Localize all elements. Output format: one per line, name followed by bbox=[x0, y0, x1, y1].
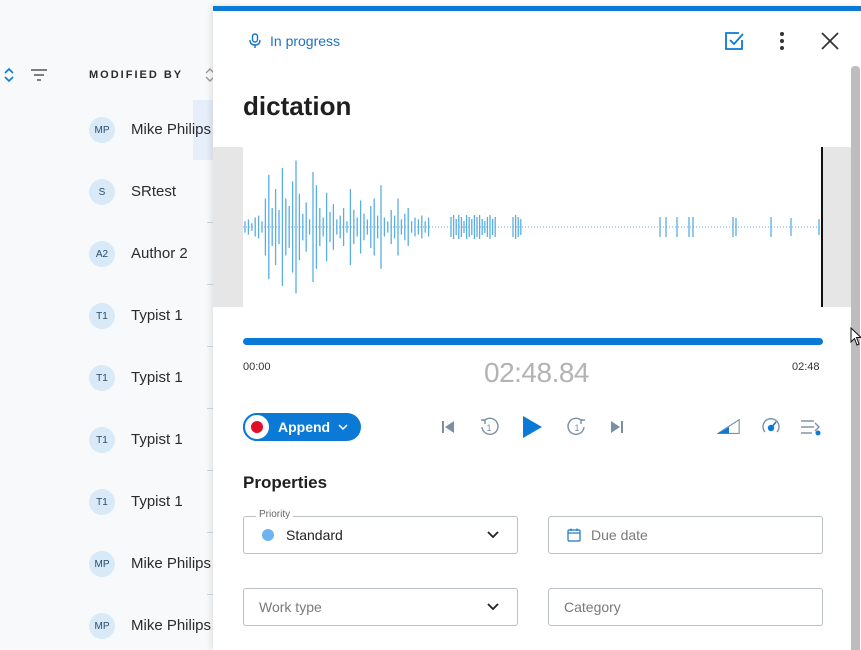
complete-button[interactable] bbox=[722, 29, 746, 53]
append-button[interactable]: Append bbox=[243, 413, 361, 441]
avatar: T1 bbox=[89, 365, 115, 391]
svg-text:1: 1 bbox=[486, 423, 491, 433]
work-type-select[interactable]: Work type bbox=[243, 588, 518, 626]
priority-dot bbox=[262, 529, 274, 541]
row-modified-by: Mike Philips bbox=[131, 121, 212, 138]
document-list: MODIFIED BY MP Mike Philips S SRtest A2 … bbox=[0, 0, 240, 650]
avatar: T1 bbox=[89, 303, 115, 329]
play-button[interactable] bbox=[520, 415, 544, 439]
skip-forward-button[interactable] bbox=[605, 415, 629, 439]
avatar: S bbox=[89, 179, 115, 205]
modified-by-header[interactable]: MODIFIED BY bbox=[89, 69, 183, 81]
checkbox-icon bbox=[725, 32, 744, 50]
mouse-cursor-icon bbox=[850, 327, 861, 346]
row-modified-by: Mike Philips bbox=[131, 555, 212, 572]
list-row[interactable]: T1 Typist 1 bbox=[0, 285, 240, 347]
priority-select[interactable]: Priority Standard bbox=[243, 509, 518, 554]
avatar: MP bbox=[89, 117, 115, 143]
playhead[interactable] bbox=[821, 147, 823, 307]
progress-fill bbox=[243, 338, 823, 345]
work-type-placeholder: Work type bbox=[259, 599, 322, 615]
volume-icon bbox=[717, 418, 740, 435]
properties-heading: Properties bbox=[243, 473, 328, 492]
priority-label: Priority bbox=[256, 509, 294, 520]
list-row[interactable]: MP Mike Philips bbox=[0, 595, 240, 650]
waveform-margin-right bbox=[821, 147, 853, 307]
row-modified-by: SRtest bbox=[131, 183, 177, 200]
dictation-panel: In progress dictation 00:00 02:48.84 02:… bbox=[213, 6, 861, 650]
avatar: T1 bbox=[89, 427, 115, 453]
panel-scrollbar[interactable] bbox=[851, 66, 860, 650]
list-row[interactable]: MP Mike Philips bbox=[0, 533, 240, 595]
status-text: In progress bbox=[270, 33, 341, 49]
record-icon bbox=[243, 413, 271, 441]
row-modified-by: Typist 1 bbox=[131, 493, 183, 510]
microphone-icon bbox=[249, 33, 261, 48]
close-button[interactable] bbox=[818, 29, 842, 53]
append-label: Append bbox=[278, 419, 331, 435]
row-modified-by: Typist 1 bbox=[131, 369, 183, 386]
app-root: MODIFIED BY MP Mike Philips S SRtest A2 … bbox=[0, 0, 861, 650]
more-button[interactable] bbox=[770, 29, 794, 53]
priority-value: Standard bbox=[286, 527, 343, 543]
category-placeholder: Category bbox=[564, 599, 621, 615]
chevron-down-icon bbox=[487, 603, 499, 611]
avatar: MP bbox=[89, 551, 115, 577]
list-row[interactable]: MP Mike Philips bbox=[0, 99, 240, 161]
time-start: 00:00 bbox=[243, 361, 271, 373]
list-row[interactable]: T1 Typist 1 bbox=[0, 409, 240, 471]
close-icon bbox=[821, 32, 839, 50]
due-date-field[interactable]: Due date bbox=[548, 516, 823, 554]
category-field[interactable]: Category bbox=[548, 588, 823, 626]
forward-button[interactable]: 1 bbox=[565, 415, 589, 439]
forward-1-icon: 1 bbox=[567, 417, 585, 436]
waveform-margin-left bbox=[213, 147, 243, 307]
rewind-button[interactable]: 1 bbox=[477, 415, 501, 439]
row-modified-by: Typist 1 bbox=[131, 431, 183, 448]
list-row[interactable]: T1 Typist 1 bbox=[0, 471, 240, 533]
status-indicator: In progress bbox=[248, 33, 340, 49]
playback-progress[interactable] bbox=[243, 338, 823, 345]
list-row[interactable]: T1 Typist 1 bbox=[0, 347, 240, 409]
chevron-down-icon bbox=[338, 424, 348, 431]
speed-icon bbox=[762, 418, 780, 433]
due-date-placeholder: Due date bbox=[591, 527, 648, 543]
volume-button[interactable] bbox=[717, 415, 741, 439]
time-current: 02:48.84 bbox=[484, 357, 590, 388]
calendar-icon bbox=[567, 528, 581, 542]
avatar: MP bbox=[89, 613, 115, 639]
settings-button[interactable] bbox=[799, 415, 823, 439]
chevron-down-icon bbox=[487, 531, 499, 539]
settings-icon bbox=[801, 420, 821, 436]
svg-text:1: 1 bbox=[574, 423, 579, 433]
avatar: A2 bbox=[89, 241, 115, 267]
list-row[interactable]: A2 Author 2 bbox=[0, 223, 240, 285]
speed-button[interactable] bbox=[759, 415, 783, 439]
skip-forward-icon bbox=[611, 421, 623, 433]
time-end: 02:48 bbox=[792, 361, 820, 373]
play-icon bbox=[523, 416, 542, 438]
rewind-1-icon: 1 bbox=[481, 417, 499, 436]
waveform-bars bbox=[243, 160, 821, 294]
avatar: T1 bbox=[89, 489, 115, 515]
list-row[interactable]: S SRtest bbox=[0, 161, 240, 223]
skip-back-button[interactable] bbox=[436, 415, 460, 439]
more-vertical-icon bbox=[780, 32, 784, 50]
dictation-title: dictation bbox=[243, 91, 352, 121]
filter-icon[interactable] bbox=[30, 68, 48, 82]
waveform[interactable] bbox=[213, 147, 853, 307]
sort-icon[interactable] bbox=[3, 66, 15, 84]
row-modified-by: Mike Philips bbox=[131, 617, 212, 634]
row-modified-by: Author 2 bbox=[131, 245, 188, 262]
row-modified-by: Typist 1 bbox=[131, 307, 183, 324]
skip-back-icon bbox=[442, 421, 454, 433]
